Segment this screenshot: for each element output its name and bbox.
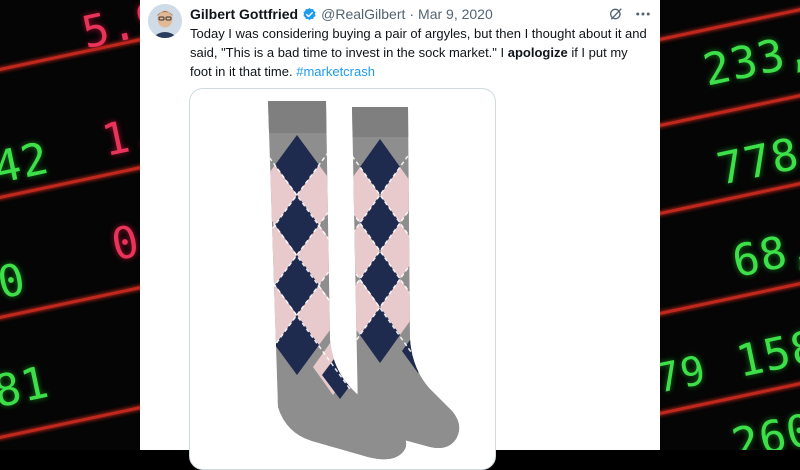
verified-badge-icon <box>302 7 317 22</box>
ticker-stripe <box>660 278 800 317</box>
ticker-number: 81 <box>0 356 54 419</box>
ticker-number-partial: 79 <box>660 347 711 403</box>
avatar[interactable] <box>148 4 182 38</box>
tweet-text: Today I was considering buying a pair of… <box>190 24 650 81</box>
tweet-header: Gilbert Gottfried @RealGilbert · Mar 9, … <box>190 4 652 24</box>
ticker-number: 0 <box>0 253 31 310</box>
author-name[interactable]: Gilbert Gottfried <box>190 6 298 22</box>
grok-icon[interactable] <box>608 6 624 22</box>
ticker-number: 5.9 <box>77 0 140 60</box>
ticker-number: 778,18 <box>712 111 800 196</box>
tweet-media[interactable] <box>189 88 496 470</box>
tweet-date[interactable]: Mar 9, 2020 <box>418 6 493 22</box>
ticker-number: 260 <box>727 403 800 450</box>
ticker-stripe <box>660 90 800 129</box>
ticker-number: 42 <box>0 132 54 195</box>
ticker-number: 1.7 <box>97 99 140 168</box>
ticker-number: 158, <box>731 315 800 388</box>
header-separator: · <box>409 6 415 22</box>
right-ticker-background: 233,167 778,18 68,0 68,0 158, 79 260 <box>660 0 800 450</box>
author-handle[interactable]: @RealGilbert <box>321 6 405 22</box>
left-ticker-background: 5.9 1.7 42 0 0 81 <box>0 0 140 450</box>
tweet-card[interactable]: Gilbert Gottfried @RealGilbert · Mar 9, … <box>140 0 660 470</box>
avatar-photo <box>148 4 182 38</box>
ticker-number: 0 <box>106 215 140 272</box>
tweet-text-bold: apologize <box>507 45 568 60</box>
argyle-socks-image <box>268 101 460 460</box>
ticker-number: 68,0 <box>727 215 800 288</box>
more-icon[interactable] <box>634 6 652 22</box>
hashtag-link[interactable]: #marketcrash <box>296 64 375 79</box>
